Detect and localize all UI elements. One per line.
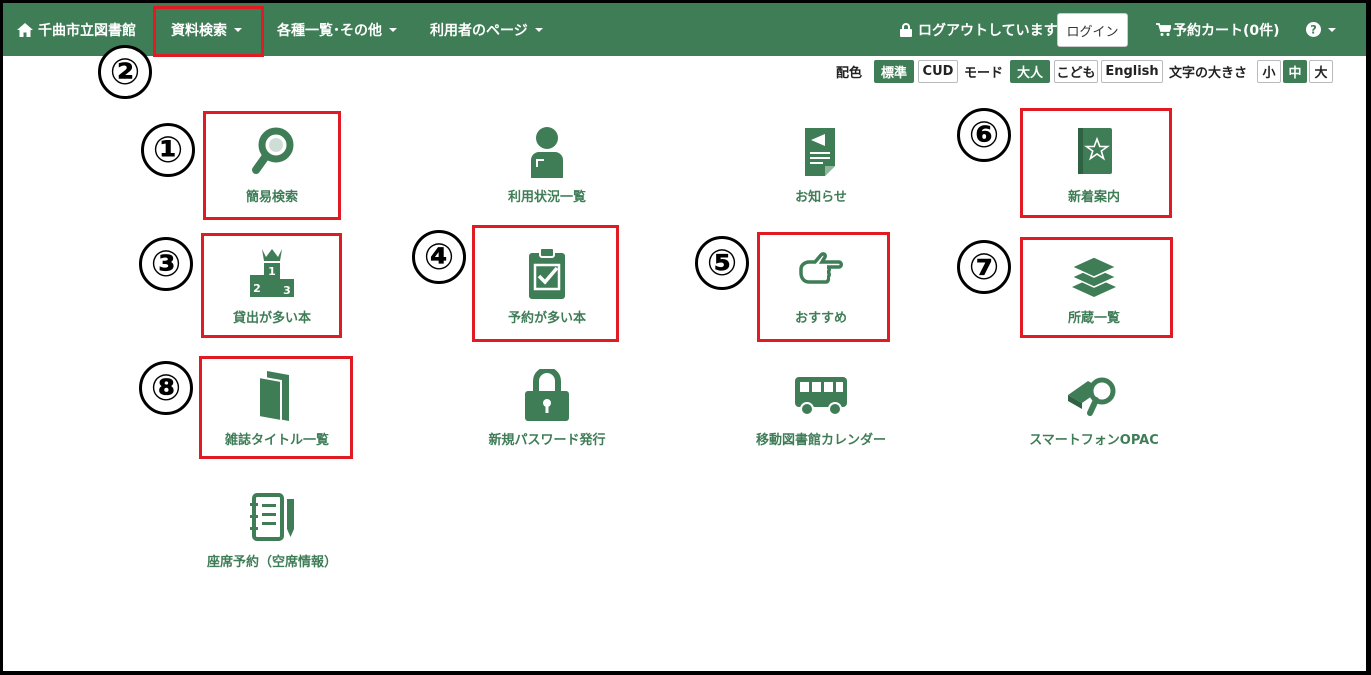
highlight-box (1020, 237, 1173, 338)
notice-icon (805, 128, 835, 176)
caret-down-icon (534, 27, 543, 32)
home-label: 千曲市立図書館 (38, 22, 136, 39)
tile-new-password[interactable]: 新規パスワード発行 (477, 369, 617, 448)
color-cud-button[interactable]: CUD (918, 60, 958, 83)
font-size-medium-button[interactable]: 中 (1283, 60, 1307, 83)
number-badge: ④ (412, 230, 466, 284)
highlight-box (472, 225, 619, 342)
number-badge: ⑥ (957, 108, 1011, 162)
bus-icon (795, 377, 847, 416)
tile-seat-reservation[interactable]: 座席予約（空席情報） (187, 491, 357, 570)
menu-user-page-label: 利用者のページ (430, 22, 528, 39)
font-size-large-button[interactable]: 大 (1309, 60, 1333, 83)
svg-text:?: ? (1310, 24, 1317, 37)
tile-notices[interactable]: お知らせ (751, 126, 891, 205)
tile-label: お知らせ (795, 190, 847, 205)
notebook-pen-icon (250, 493, 294, 541)
mode-label: モード (964, 65, 1004, 81)
user-icon (531, 127, 563, 178)
reservation-cart[interactable]: 予約カート(0件) (1156, 3, 1280, 56)
mode-adult-button[interactable]: 大人 (1010, 60, 1050, 83)
color-label: 配色 (836, 65, 863, 81)
cart-label: 予約カート(0件) (1173, 22, 1280, 39)
number-badge: ⑦ (957, 240, 1011, 294)
caret-down-icon (1328, 27, 1336, 32)
highlight-box (1020, 108, 1172, 218)
tile-label: 移動図書館カレンダー (755, 433, 886, 448)
lock-icon (900, 22, 912, 37)
highlight-box (201, 233, 342, 338)
number-badge: ② (98, 45, 152, 99)
tile-label: 新規パスワード発行 (488, 433, 606, 448)
menu-lists-label: 各種一覧･その他 (277, 22, 382, 39)
mode-english-button[interactable]: English (1101, 60, 1163, 83)
menu-lists[interactable]: 各種一覧･その他 (277, 3, 397, 56)
logout-status-label: ログアウトしています (918, 22, 1058, 39)
tile-label: スマートフォンOPAC (1029, 433, 1159, 448)
font-size-label: 文字の大きさ (1169, 65, 1248, 81)
home-icon (17, 22, 33, 37)
cart-icon (1156, 23, 1171, 36)
mode-child-button[interactable]: こども (1054, 60, 1098, 83)
login-button[interactable]: ログイン (1057, 13, 1128, 47)
book-search-icon (1068, 377, 1116, 416)
color-standard-button[interactable]: 標準 (874, 60, 914, 83)
highlight-box (203, 111, 341, 220)
highlight-box (757, 232, 890, 342)
logout-status: ログアウトしています (900, 3, 1058, 56)
tile-usage-status[interactable]: 利用状況一覧 (477, 126, 617, 205)
number-badge: ⑧ (139, 361, 193, 415)
tile-label: 座席予約（空席情報） (206, 555, 337, 570)
page-frame: 千曲市立図書館 資料検索 各種一覧･その他 利用者のページ ログアウトしています… (3, 3, 1366, 671)
number-badge: ⑤ (695, 236, 749, 290)
menu-user-page[interactable]: 利用者のページ (430, 3, 543, 56)
help-icon: ? (1306, 22, 1321, 37)
tile-mobile-library-calendar[interactable]: 移動図書館カレンダー (751, 369, 891, 448)
highlight-box (153, 6, 264, 57)
help-menu[interactable]: ? (1306, 3, 1336, 56)
number-badge: ③ (139, 237, 193, 291)
highlight-box (199, 356, 353, 459)
number-badge: ① (141, 123, 195, 177)
caret-down-icon (389, 27, 397, 32)
font-size-small-button[interactable]: 小 (1257, 60, 1281, 83)
tile-smartphone-opac[interactable]: スマートフォンOPAC (1024, 369, 1164, 448)
padlock-icon (525, 369, 569, 421)
tile-label: 利用状況一覧 (507, 190, 586, 205)
